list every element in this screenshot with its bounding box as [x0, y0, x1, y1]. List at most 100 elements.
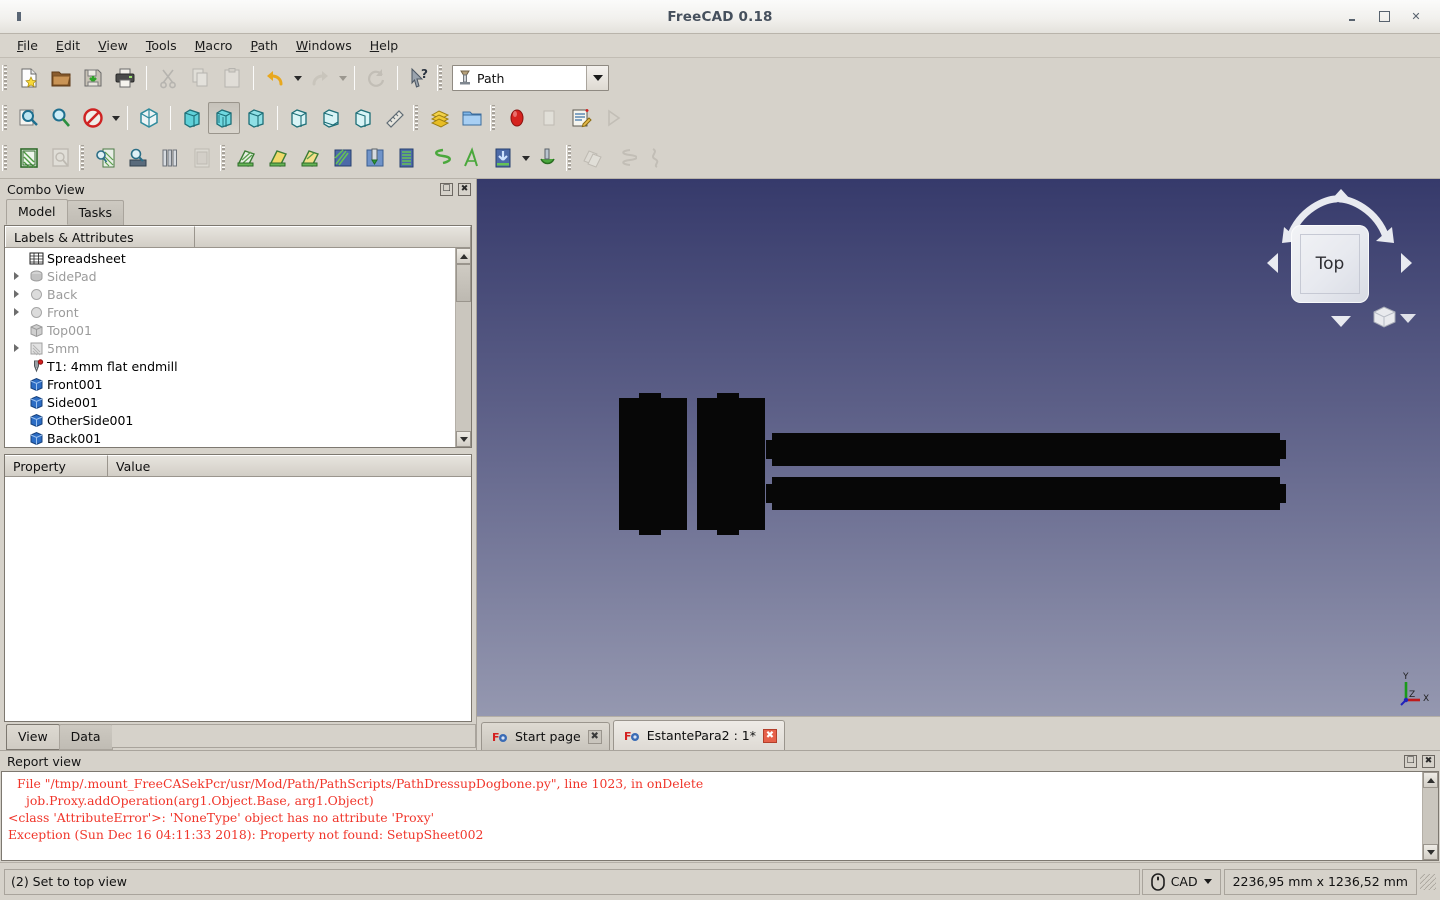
refresh-button[interactable]: [360, 62, 392, 94]
view-toolbar-grip[interactable]: [2, 105, 10, 131]
path-copy-operation-button[interactable]: [577, 142, 609, 174]
tree-vertical-scrollbar[interactable]: [455, 248, 471, 447]
scroll-up-arrow-icon[interactable]: [1423, 772, 1438, 788]
draw-style-button[interactable]: [77, 102, 109, 134]
menu-path[interactable]: Path: [241, 36, 286, 56]
maximize-button[interactable]: [1378, 11, 1390, 23]
path-sanity-button[interactable]: [122, 142, 154, 174]
path-mods-toolbar-grip[interactable]: [566, 145, 574, 171]
nav-arrow-right-icon[interactable]: [1401, 253, 1412, 273]
tree-item-spreadsheet[interactable]: Spreadsheet: [5, 249, 455, 267]
navigation-cube[interactable]: Top: [1258, 183, 1418, 343]
path-toolbit-dock-button[interactable]: [186, 142, 218, 174]
rear-view-button[interactable]: [283, 102, 315, 134]
scroll-track[interactable]: [456, 264, 471, 431]
property-column-header[interactable]: Property: [5, 455, 108, 476]
nav-arrow-left-icon[interactable]: [1267, 253, 1278, 273]
path-inspect-button[interactable]: [90, 142, 122, 174]
close-button[interactable]: [1410, 11, 1422, 23]
tab-data[interactable]: Data: [58, 724, 113, 750]
menu-edit[interactable]: Edit: [47, 36, 89, 56]
tree-item-side001[interactable]: Side001: [5, 393, 455, 411]
scroll-track[interactable]: [1423, 788, 1438, 844]
document-tab-close-icon[interactable]: ✖: [762, 728, 777, 743]
path-slot-dropdown-arrow[interactable]: [519, 142, 532, 174]
new-document-button[interactable]: [13, 62, 45, 94]
path-job-button[interactable]: [13, 142, 45, 174]
tree-item-top001[interactable]: Top001: [5, 321, 455, 339]
create-group-button[interactable]: [456, 102, 488, 134]
resize-grip[interactable]: [1420, 873, 1436, 890]
shape-rail-bottom[interactable]: [772, 477, 1280, 510]
tree-item-back[interactable]: Back: [5, 285, 455, 303]
menu-file[interactable]: File: [8, 36, 47, 56]
scroll-down-arrow-icon[interactable]: [1423, 844, 1438, 860]
tab-view[interactable]: View: [6, 724, 60, 750]
combo-view-close-icon[interactable]: ✖: [458, 182, 471, 196]
value-column-header[interactable]: Value: [108, 455, 471, 476]
report-view-body[interactable]: File "/tmp/.mount_FreeCASekPcr/usr/Mod/P…: [1, 771, 1439, 861]
create-part-button[interactable]: [424, 102, 456, 134]
document-tab-close-icon[interactable]: ✖: [587, 729, 602, 744]
nav-arrow-down-icon[interactable]: [1331, 316, 1351, 327]
scroll-up-arrow-icon[interactable]: [456, 248, 471, 264]
front-view-button[interactable]: [176, 102, 208, 134]
undo-dropdown-arrow[interactable]: [291, 62, 304, 94]
tree-header-labels[interactable]: Labels & Attributes: [5, 226, 195, 247]
tab-tasks[interactable]: Tasks: [66, 200, 125, 225]
redo-button[interactable]: [304, 62, 336, 94]
path-post-process-button[interactable]: [45, 142, 77, 174]
path-tools-toolbar-grip[interactable]: [79, 145, 87, 171]
scroll-down-arrow-icon[interactable]: [456, 431, 471, 447]
document-tab-estantepara2[interactable]: F EstantePara2 : 1* ✖: [612, 720, 785, 750]
expand-arrow-icon[interactable]: [7, 344, 25, 352]
expand-arrow-icon[interactable]: [7, 308, 25, 316]
tab-model[interactable]: Model: [6, 199, 68, 225]
macro-record-button[interactable]: [501, 102, 533, 134]
combo-view-undock-icon[interactable]: ☐: [440, 182, 453, 196]
workbench-toolbar-grip[interactable]: [437, 65, 445, 91]
tree-item-otherside001[interactable]: OtherSide001: [5, 411, 455, 429]
print-button[interactable]: [109, 62, 141, 94]
path-job-toolbar-grip[interactable]: [2, 145, 10, 171]
top-view-button[interactable]: [208, 102, 240, 134]
path-slot-button[interactable]: [487, 142, 519, 174]
path-pocket-button[interactable]: [263, 142, 295, 174]
shape-rail-top[interactable]: [772, 433, 1280, 466]
axonometric-view-button[interactable]: [133, 102, 165, 134]
minimize-button[interactable]: [1346, 11, 1358, 23]
macro-toolbar-grip[interactable]: [490, 105, 498, 131]
execute-macro-button[interactable]: [597, 102, 629, 134]
report-vertical-scrollbar[interactable]: [1422, 772, 1438, 860]
right-view-button[interactable]: [240, 102, 272, 134]
path-helix-button[interactable]: [423, 142, 455, 174]
path-array-button[interactable]: [609, 142, 641, 174]
chevron-down-icon[interactable]: [1203, 879, 1212, 884]
workbench-dropdown-arrow[interactable]: [586, 66, 608, 90]
shape-panel-left[interactable]: [619, 398, 687, 530]
macros-dialog-button[interactable]: [565, 102, 597, 134]
save-document-button[interactable]: [77, 62, 109, 94]
3d-viewport[interactable]: Top Y X Z: [477, 179, 1440, 716]
report-view-close-icon[interactable]: ✖: [1422, 754, 1435, 768]
redo-dropdown-arrow[interactable]: [336, 62, 349, 94]
navigation-style-selector[interactable]: CAD: [1141, 868, 1221, 895]
path-profile-button[interactable]: [231, 142, 263, 174]
fit-all-button[interactable]: [13, 102, 45, 134]
expand-arrow-icon[interactable]: [7, 290, 25, 298]
tree-item-tool-t1[interactable]: T1: 4mm flat endmill: [5, 357, 455, 375]
tree-item-front[interactable]: Front: [5, 303, 455, 321]
shape-panel-right[interactable]: [697, 398, 765, 530]
tree-item-5mm[interactable]: 5mm: [5, 339, 455, 357]
copy-button[interactable]: [184, 62, 216, 94]
menu-windows[interactable]: Windows: [287, 36, 361, 56]
tree-item-back001[interactable]: Back001: [5, 429, 455, 447]
path-adaptive-button[interactable]: [455, 142, 487, 174]
bottom-view-button[interactable]: [315, 102, 347, 134]
path-drilling-button[interactable]: [359, 142, 391, 174]
expand-arrow-icon[interactable]: [7, 272, 25, 280]
undo-button[interactable]: [259, 62, 291, 94]
macro-stop-button[interactable]: [533, 102, 565, 134]
nav-menu-caret-icon[interactable]: [1400, 314, 1416, 323]
path-deburr-button[interactable]: [532, 142, 564, 174]
